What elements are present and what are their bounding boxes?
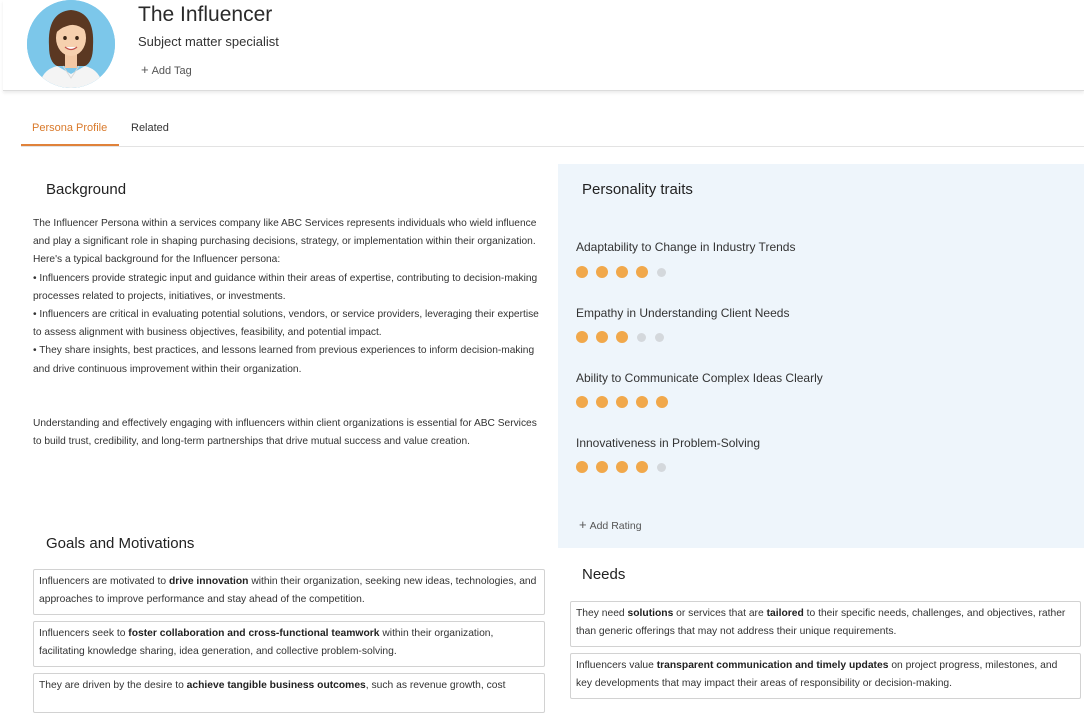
goal-card: They are driven by the desire to achieve… — [33, 673, 545, 713]
trait-label: Empathy in Understanding Client Needs — [576, 306, 790, 320]
goals-title: Goals and Motivations — [46, 535, 195, 552]
rating-dot-filled[interactable] — [636, 396, 648, 408]
need-text: They need — [576, 608, 628, 619]
rating-dot-filled[interactable] — [616, 266, 628, 278]
goal-text: Influencers are motivated to — [39, 576, 169, 587]
goal-card: Influencers are motivated to drive innov… — [33, 569, 545, 615]
rating-dot-filled[interactable] — [576, 396, 588, 408]
goal-highlight: drive innovation — [168, 576, 249, 587]
goal-highlight: achieve tangible business outcomes — [186, 680, 366, 691]
rating-dot-filled[interactable] — [616, 331, 628, 343]
add-rating-button[interactable]: + Add Rating — [579, 517, 642, 532]
background-title: Background — [46, 181, 127, 198]
tab-related[interactable]: Related — [131, 122, 169, 134]
trait-rating[interactable] — [576, 330, 672, 343]
goal-highlight: foster collaboration and cross-functiona… — [128, 628, 380, 639]
goal-text: They are driven by the desire to — [39, 680, 187, 691]
persona-avatar — [27, 0, 115, 88]
background-bullet: • They share insights, best practices, a… — [33, 345, 535, 375]
rating-dot-empty[interactable] — [655, 333, 664, 342]
rating-dot-empty[interactable] — [657, 463, 666, 472]
rating-dot-filled[interactable] — [596, 331, 608, 343]
trait-rating[interactable] — [576, 395, 676, 408]
goal-text: Influencers seek to — [39, 628, 129, 639]
persona-subtitle: Subject matter specialist — [138, 34, 279, 49]
tab-persona-profile[interactable]: Persona Profile — [32, 122, 107, 134]
need-text: or services that are — [673, 608, 767, 619]
active-tab-indicator — [21, 144, 119, 146]
goal-text: , such as revenue growth, cost — [365, 680, 506, 691]
trait-label: Innovativeness in Problem-Solving — [576, 436, 761, 450]
rating-dot-filled[interactable] — [596, 461, 608, 473]
background-bullet: • Influencers are critical in evaluating… — [33, 309, 539, 339]
personality-traits-panel: Personality traits Adaptability to Chang… — [558, 164, 1084, 548]
personality-title: Personality traits — [582, 181, 693, 198]
need-highlight: solutions — [627, 608, 674, 619]
rating-dot-empty[interactable] — [637, 333, 646, 342]
background-text: The Influencer Persona within a services… — [33, 215, 545, 451]
persona-header: The Influencer Subject matter specialist… — [3, 0, 1084, 91]
rating-dot-filled[interactable] — [596, 396, 608, 408]
need-text: Influencers value — [576, 660, 657, 671]
plus-icon: + — [579, 517, 587, 532]
background-closing: Understanding and effectively engaging w… — [33, 417, 537, 448]
goal-card: Influencers seek to foster collaboration… — [33, 621, 545, 667]
rating-dot-filled[interactable] — [576, 331, 588, 343]
plus-icon: + — [141, 62, 149, 77]
rating-dot-filled[interactable] — [636, 461, 648, 473]
rating-dot-filled[interactable] — [576, 266, 588, 278]
rating-dot-filled[interactable] — [596, 266, 608, 278]
need-card: They need solutions or services that are… — [570, 601, 1081, 647]
add-tag-label: Add Tag — [151, 65, 192, 77]
rating-dot-filled[interactable] — [636, 266, 648, 278]
trait-rating[interactable] — [576, 460, 674, 473]
need-highlight: tailored — [766, 608, 804, 619]
rating-dot-filled[interactable] — [656, 396, 668, 408]
rating-dot-empty[interactable] — [657, 268, 666, 277]
trait-label: Adaptability to Change in Industry Trend… — [576, 240, 796, 254]
need-card: Influencers value transparent communicat… — [570, 653, 1081, 699]
add-rating-label: Add Rating — [589, 520, 642, 532]
persona-title: The Influencer — [138, 3, 273, 26]
rating-dot-filled[interactable] — [616, 396, 628, 408]
trait-label: Ability to Communicate Complex Ideas Cle… — [576, 371, 823, 385]
background-bullet: • Influencers provide strategic input an… — [33, 272, 538, 302]
rating-dot-filled[interactable] — [576, 461, 588, 473]
background-paragraph: The Influencer Persona within a services… — [33, 218, 537, 266]
rating-dot-filled[interactable] — [616, 461, 628, 473]
needs-title: Needs — [582, 566, 626, 583]
add-tag-button[interactable]: + Add Tag — [141, 62, 192, 77]
need-highlight: transparent communication and timely upd… — [656, 660, 889, 671]
trait-rating[interactable] — [576, 265, 674, 278]
tab-bar: Persona Profile Related — [21, 113, 1084, 147]
